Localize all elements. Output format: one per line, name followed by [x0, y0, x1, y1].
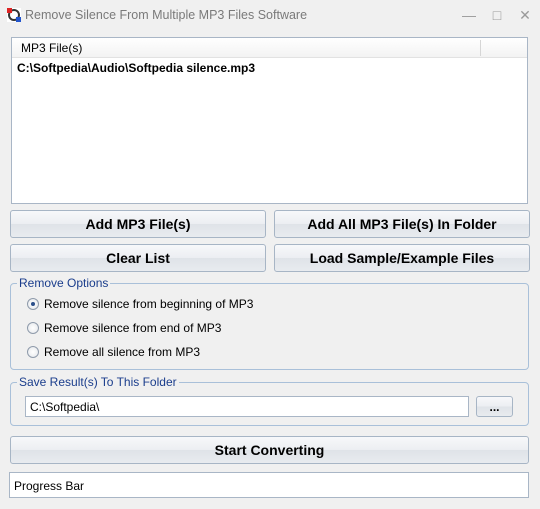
app-icon	[7, 8, 21, 22]
browse-folder-button[interactable]: ...	[476, 396, 513, 417]
add-folder-button[interactable]: Add All MP3 File(s) In Folder	[274, 210, 530, 238]
maximize-icon: □	[492, 7, 502, 23]
clear-list-button[interactable]: Clear List	[10, 244, 266, 272]
add-mp3-files-button[interactable]: Add MP3 File(s)	[10, 210, 266, 238]
radio-remove-beginning[interactable]: Remove silence from beginning of MP3	[27, 297, 253, 311]
progress-bar-label: Progress Bar	[14, 479, 85, 493]
remove-options-title: Remove Options	[17, 276, 111, 290]
radio-label: Remove silence from end of MP3	[44, 321, 222, 335]
minimize-button[interactable]: —	[456, 4, 482, 26]
title-bar[interactable]: Remove Silence From Multiple MP3 Files S…	[0, 0, 540, 30]
close-button[interactable]: ✕	[512, 4, 538, 26]
output-folder-input[interactable]: C:\Softpedia\	[25, 396, 469, 417]
progress-bar: Progress Bar	[9, 472, 529, 498]
list-header: MP3 File(s)	[12, 38, 527, 58]
radio-unchecked-icon[interactable]	[27, 346, 39, 358]
window-title: Remove Silence From Multiple MP3 Files S…	[25, 8, 308, 22]
radio-label: Remove all silence from MP3	[44, 345, 201, 359]
file-list[interactable]: MP3 File(s) C:\Softpedia\Audio\Softpedia…	[11, 37, 528, 204]
column-separator[interactable]	[480, 40, 481, 56]
radio-remove-end[interactable]: Remove silence from end of MP3	[27, 321, 221, 335]
list-item[interactable]: C:\Softpedia\Audio\Softpedia silence.mp3	[17, 61, 255, 75]
column-header-mp3-files[interactable]: MP3 File(s)	[21, 41, 82, 55]
radio-remove-all[interactable]: Remove all silence from MP3	[27, 345, 200, 359]
radio-unchecked-icon[interactable]	[27, 322, 39, 334]
radio-checked-icon[interactable]	[27, 298, 39, 310]
radio-label: Remove silence from beginning of MP3	[44, 297, 254, 311]
minimize-icon: —	[462, 7, 476, 23]
load-samples-button[interactable]: Load Sample/Example Files	[274, 244, 530, 272]
save-folder-title: Save Result(s) To This Folder	[17, 375, 179, 389]
maximize-button[interactable]: □	[484, 4, 510, 26]
close-icon: ✕	[519, 6, 531, 23]
start-converting-button[interactable]: Start Converting	[10, 436, 529, 464]
